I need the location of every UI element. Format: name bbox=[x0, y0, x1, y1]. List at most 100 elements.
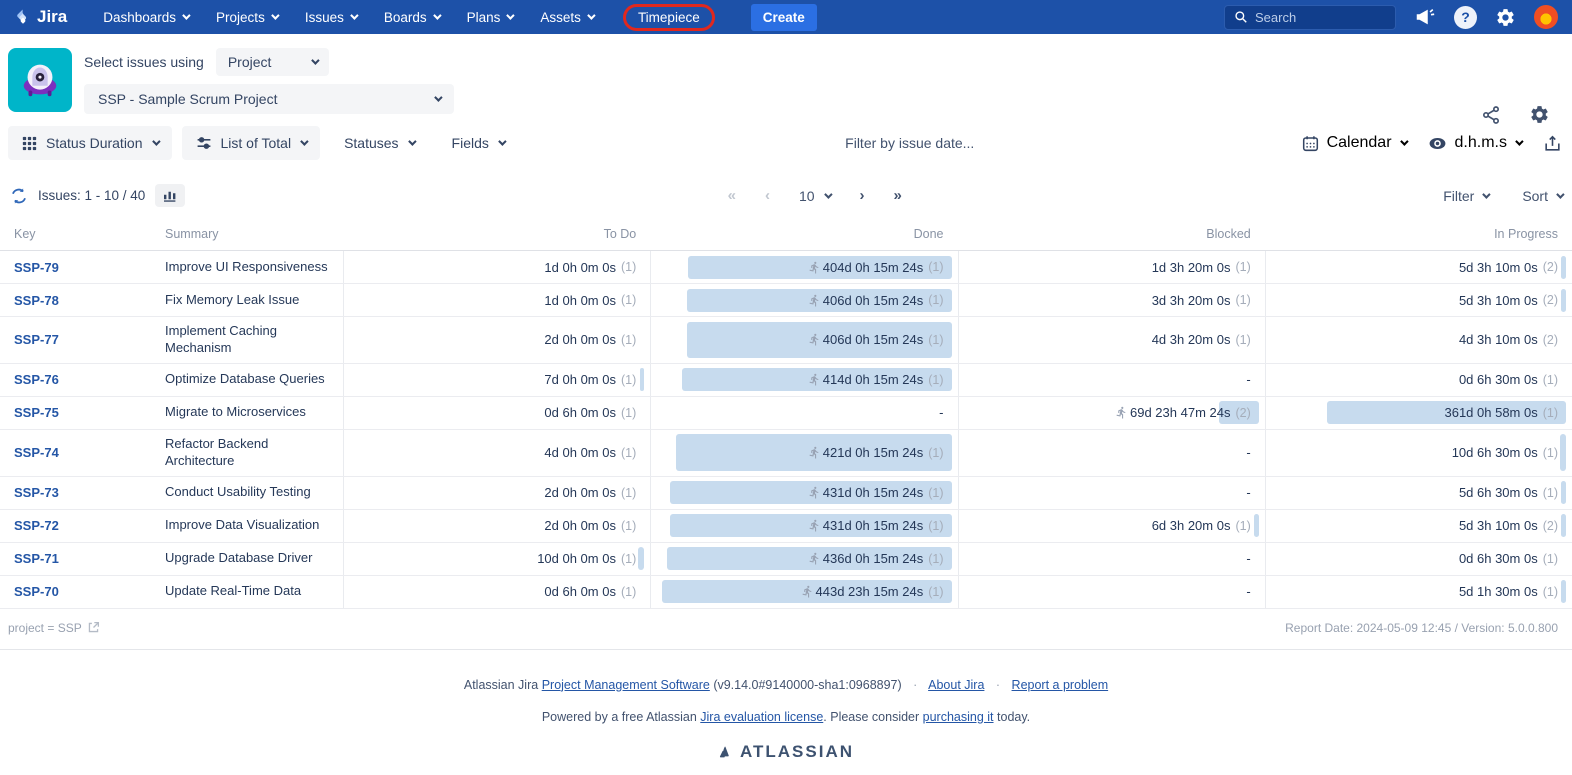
col-header-done: Done bbox=[650, 219, 957, 250]
share-icon[interactable] bbox=[1481, 104, 1501, 125]
issue-key-link[interactable]: SSP-77 bbox=[14, 332, 59, 347]
jira-logo[interactable]: Jira bbox=[14, 7, 67, 27]
next-page-button[interactable]: › bbox=[860, 187, 864, 204]
calendar-mode-button[interactable]: Calendar bbox=[1302, 134, 1406, 152]
issue-summary-cell: Conduct Usability Testing bbox=[165, 477, 343, 509]
fields-button[interactable]: Fields bbox=[438, 126, 518, 160]
help-icon[interactable]: ? bbox=[1454, 6, 1477, 29]
chevron-down-icon bbox=[434, 93, 442, 101]
blocked-duration-cell: 3d 3h 20m 0s(1) bbox=[958, 284, 1265, 316]
footer-license-suffix: today. bbox=[997, 710, 1030, 724]
filter-button[interactable]: Filter bbox=[1443, 188, 1488, 204]
transition-count: (1) bbox=[621, 486, 636, 500]
nav-item-projects[interactable]: Projects bbox=[216, 10, 277, 25]
issue-key-cell: SSP-78 bbox=[0, 284, 165, 316]
statuses-button[interactable]: Statuses bbox=[330, 126, 427, 160]
runner-icon bbox=[801, 585, 814, 598]
chevron-down-icon bbox=[1400, 137, 1408, 145]
prev-page-button[interactable]: ‹ bbox=[765, 187, 769, 204]
nav-item-issues[interactable]: Issues bbox=[305, 10, 356, 25]
nav-item-timepiece[interactable]: Timepiece bbox=[638, 10, 700, 25]
page-size-select[interactable]: 10 bbox=[799, 188, 830, 204]
chevron-down-icon bbox=[182, 11, 190, 19]
sort-button[interactable]: Sort bbox=[1522, 188, 1562, 204]
done-duration-cell: - bbox=[650, 397, 957, 429]
user-avatar[interactable] bbox=[1534, 5, 1558, 29]
nav-item-dashboards[interactable]: Dashboards bbox=[103, 10, 188, 25]
pm-software-link[interactable]: Project Management Software bbox=[542, 678, 710, 692]
inprogress-duration-cell: 5d 6h 30m 0s(1) bbox=[1265, 477, 1572, 509]
view-mode-button[interactable]: List of Total bbox=[182, 126, 321, 160]
issue-key-link[interactable]: SSP-73 bbox=[14, 485, 59, 500]
nav-item-assets[interactable]: Assets bbox=[540, 10, 593, 25]
purchasing-link[interactable]: purchasing it bbox=[923, 710, 994, 724]
transition-count: (1) bbox=[621, 585, 636, 599]
inprogress-duration-cell: 5d 3h 10m 0s(2) bbox=[1265, 510, 1572, 542]
issue-summary-cell: Optimize Database Queries bbox=[165, 364, 343, 396]
issue-date-filter-input[interactable]: Filter by issue date... bbox=[518, 135, 1302, 151]
col-header-key: Key bbox=[0, 219, 165, 250]
issue-key-cell: SSP-71 bbox=[0, 543, 165, 575]
export-icon[interactable] bbox=[1543, 134, 1562, 153]
issue-key-link[interactable]: SSP-70 bbox=[14, 584, 59, 599]
issue-key-link[interactable]: SSP-72 bbox=[14, 518, 59, 533]
global-search[interactable] bbox=[1224, 5, 1396, 30]
last-page-button[interactable]: » bbox=[894, 187, 901, 204]
duration-bar bbox=[1254, 514, 1259, 537]
duration-value: 406d 0h 15m 24s bbox=[823, 332, 923, 347]
transition-count: (1) bbox=[1543, 585, 1558, 599]
duration-value: 2d 0h 0m 0s bbox=[544, 518, 616, 533]
inprogress-duration-cell: 0d 6h 30m 0s(1) bbox=[1265, 364, 1572, 396]
nav-item-boards[interactable]: Boards bbox=[384, 10, 439, 25]
evaluation-license-link[interactable]: Jira evaluation license bbox=[700, 710, 823, 724]
first-page-button[interactable]: « bbox=[728, 187, 735, 204]
blocked-duration-cell: 6d 3h 20m 0s(1) bbox=[958, 510, 1265, 542]
announcements-icon[interactable] bbox=[1414, 6, 1436, 28]
duration-value: 7d 0h 0m 0s bbox=[544, 372, 616, 387]
time-format-button[interactable]: d.h.m.s bbox=[1428, 134, 1521, 153]
issue-key-link[interactable]: SSP-79 bbox=[14, 260, 59, 275]
gear-icon[interactable] bbox=[1495, 7, 1516, 28]
issue-key-link[interactable]: SSP-74 bbox=[14, 445, 59, 460]
duration-value: 0d 6h 0m 0s bbox=[544, 405, 616, 420]
table-row: SSP-70Update Real-Time Data0d 6h 0m 0s(1… bbox=[0, 576, 1572, 609]
issue-key-link[interactable]: SSP-71 bbox=[14, 551, 59, 566]
create-button[interactable]: Create bbox=[751, 4, 817, 31]
search-icon bbox=[1234, 10, 1248, 24]
report-problem-link[interactable]: Report a problem bbox=[1012, 678, 1109, 692]
duration-value: 5d 6h 30m 0s bbox=[1459, 485, 1538, 500]
chart-view-button[interactable] bbox=[155, 184, 185, 207]
duration-value: 5d 3h 10m 0s bbox=[1459, 260, 1538, 275]
report-type-button[interactable]: Status Duration bbox=[8, 126, 172, 160]
chevron-down-icon bbox=[1482, 190, 1490, 198]
issue-key-link[interactable]: SSP-76 bbox=[14, 372, 59, 387]
about-jira-link[interactable]: About Jira bbox=[928, 678, 984, 692]
inprogress-duration-cell: 5d 1h 30m 0s (1) bbox=[1265, 576, 1572, 608]
duration-value: 4d 3h 10m 0s bbox=[1459, 332, 1538, 347]
chevron-down-icon bbox=[271, 11, 279, 19]
issue-key-cell: SSP-70 bbox=[0, 576, 165, 608]
issue-summary-cell: Migrate to Microservices bbox=[165, 397, 343, 429]
issue-source-select[interactable]: Project bbox=[216, 48, 330, 76]
refresh-icon[interactable] bbox=[10, 187, 28, 205]
nav-menu: Dashboards Projects Issues Boards Plans … bbox=[103, 4, 817, 31]
jira-logo-icon bbox=[14, 8, 32, 26]
project-select[interactable]: SSP - Sample Scrum Project bbox=[84, 84, 454, 114]
issue-key-link[interactable]: SSP-78 bbox=[14, 293, 59, 308]
todo-duration-cell: 7d 0h 0m 0s(1) bbox=[343, 364, 650, 396]
todo-duration-cell: 1d 0h 0m 0s(1) bbox=[343, 284, 650, 316]
search-input[interactable] bbox=[1255, 10, 1375, 25]
issue-key-link[interactable]: SSP-75 bbox=[14, 405, 59, 420]
settings-gear-icon[interactable] bbox=[1529, 104, 1550, 125]
external-link-icon[interactable] bbox=[87, 621, 100, 634]
transition-count: (1) bbox=[928, 585, 943, 599]
timepiece-annotation-circle: Timepiece bbox=[623, 4, 715, 31]
duration-value: 5d 1h 30m 0s bbox=[1459, 584, 1538, 599]
chevron-down-icon bbox=[433, 11, 441, 19]
atlassian-logo: ATLASSIAN bbox=[0, 742, 1572, 762]
todo-duration-cell: 2d 0h 0m 0s(1) bbox=[343, 510, 650, 542]
transition-count: (1) bbox=[928, 373, 943, 387]
nav-item-plans[interactable]: Plans bbox=[467, 10, 513, 25]
duration-bar bbox=[1561, 256, 1566, 279]
blocked-duration-cell: 1d 3h 20m 0s(1) bbox=[958, 251, 1265, 283]
